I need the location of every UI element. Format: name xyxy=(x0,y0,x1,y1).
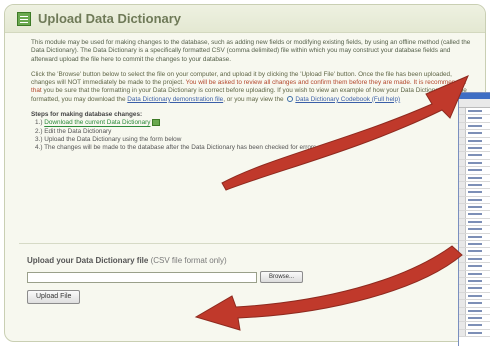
upload-format-hint: (CSV file format only) xyxy=(150,256,227,265)
step-prefix: 1.) xyxy=(35,119,45,127)
spreadsheet-row xyxy=(459,159,490,168)
spreadsheet-row xyxy=(459,270,490,278)
spreadsheet-row xyxy=(459,144,490,153)
spreadsheet-row xyxy=(459,181,490,190)
browse-button[interactable]: Browse... xyxy=(260,271,304,283)
spreadsheet-row xyxy=(459,300,490,308)
file-row: Browse... xyxy=(27,271,473,283)
panel-body: This module may be used for making chang… xyxy=(5,33,485,153)
spreadsheet-toolbar xyxy=(459,99,490,108)
spreadsheet-row xyxy=(459,152,490,160)
spreadsheet-row xyxy=(459,263,490,271)
spreadsheet-row xyxy=(459,218,490,227)
magnifier-icon xyxy=(287,96,294,103)
instructions-text-after: , or you may view the xyxy=(223,95,286,103)
spreadsheet-row xyxy=(459,277,490,286)
step-text: Edit the Data Dictionary xyxy=(44,127,112,135)
spreadsheet-row xyxy=(459,137,490,145)
step-text: Upload the Data Dictionary using the for… xyxy=(44,136,182,144)
steps-title: Steps for making database changes: xyxy=(31,111,143,119)
spreadsheet-row xyxy=(459,255,490,264)
upload-form: Upload your Data Dictionary file (CSV fi… xyxy=(19,243,473,315)
spreadsheet-row xyxy=(459,174,490,182)
spreadsheet-row xyxy=(459,115,490,123)
data-dictionary-icon xyxy=(17,11,31,26)
demo-file-link[interactable]: Data Dictionary demonstration file xyxy=(127,96,223,103)
instructions-paragraph: Click the 'Browse' button below to selec… xyxy=(31,71,473,104)
spreadsheet-row xyxy=(459,167,490,175)
spreadsheet-row xyxy=(459,322,490,330)
step-item: 1.) Download the current Data Dictionary xyxy=(35,119,473,127)
panel-header: Upload Data Dictionary xyxy=(5,5,485,33)
spreadsheet-rows xyxy=(459,108,490,338)
download-data-dictionary-link[interactable]: Download the current Data Dictionary xyxy=(44,120,150,127)
spreadsheet-row xyxy=(459,314,490,323)
spreadsheet-window xyxy=(458,92,490,346)
spreadsheet-row xyxy=(459,285,490,293)
step-prefix: 3.) xyxy=(35,136,45,144)
step-item: 2.) Edit the Data Dictionary xyxy=(35,128,473,136)
step-item: 3.) Upload the Data Dictionary using the… xyxy=(35,136,473,144)
spreadsheet-icon[interactable] xyxy=(152,119,161,127)
spreadsheet-row xyxy=(459,307,490,315)
upload-label: Upload your Data Dictionary file (CSV fi… xyxy=(27,256,473,265)
spreadsheet-row xyxy=(459,108,490,116)
spreadsheet-row xyxy=(459,196,490,205)
spreadsheet-row xyxy=(459,122,490,131)
panel-title: Upload Data Dictionary xyxy=(38,11,182,26)
spreadsheet-row xyxy=(459,329,490,338)
spreadsheet-row xyxy=(459,241,490,249)
spreadsheet-row xyxy=(459,248,490,256)
spreadsheet-row xyxy=(459,226,490,234)
upload-data-dictionary-panel: Upload Data Dictionary This module may b… xyxy=(4,4,486,342)
step-item: 4.) The changes will be made to the data… xyxy=(35,144,473,152)
spreadsheet-row xyxy=(459,130,490,138)
step-prefix: 2.) xyxy=(35,127,45,135)
step-text: The changes will be made to the database… xyxy=(44,144,317,152)
spreadsheet-row xyxy=(459,233,490,242)
intro-paragraph: This module may be used for making chang… xyxy=(31,39,471,63)
spreadsheet-row xyxy=(459,292,490,301)
spreadsheet-row xyxy=(459,204,490,212)
codebook-link[interactable]: Data Dictionary Codebook (Full help) xyxy=(295,96,400,103)
step-prefix: 4.) xyxy=(35,144,45,152)
upload-label-text: Upload your Data Dictionary file xyxy=(27,256,149,265)
spreadsheet-row xyxy=(459,211,490,219)
file-path-input[interactable] xyxy=(27,271,257,283)
spreadsheet-row xyxy=(459,189,490,197)
upload-file-button[interactable]: Upload File xyxy=(27,290,81,304)
